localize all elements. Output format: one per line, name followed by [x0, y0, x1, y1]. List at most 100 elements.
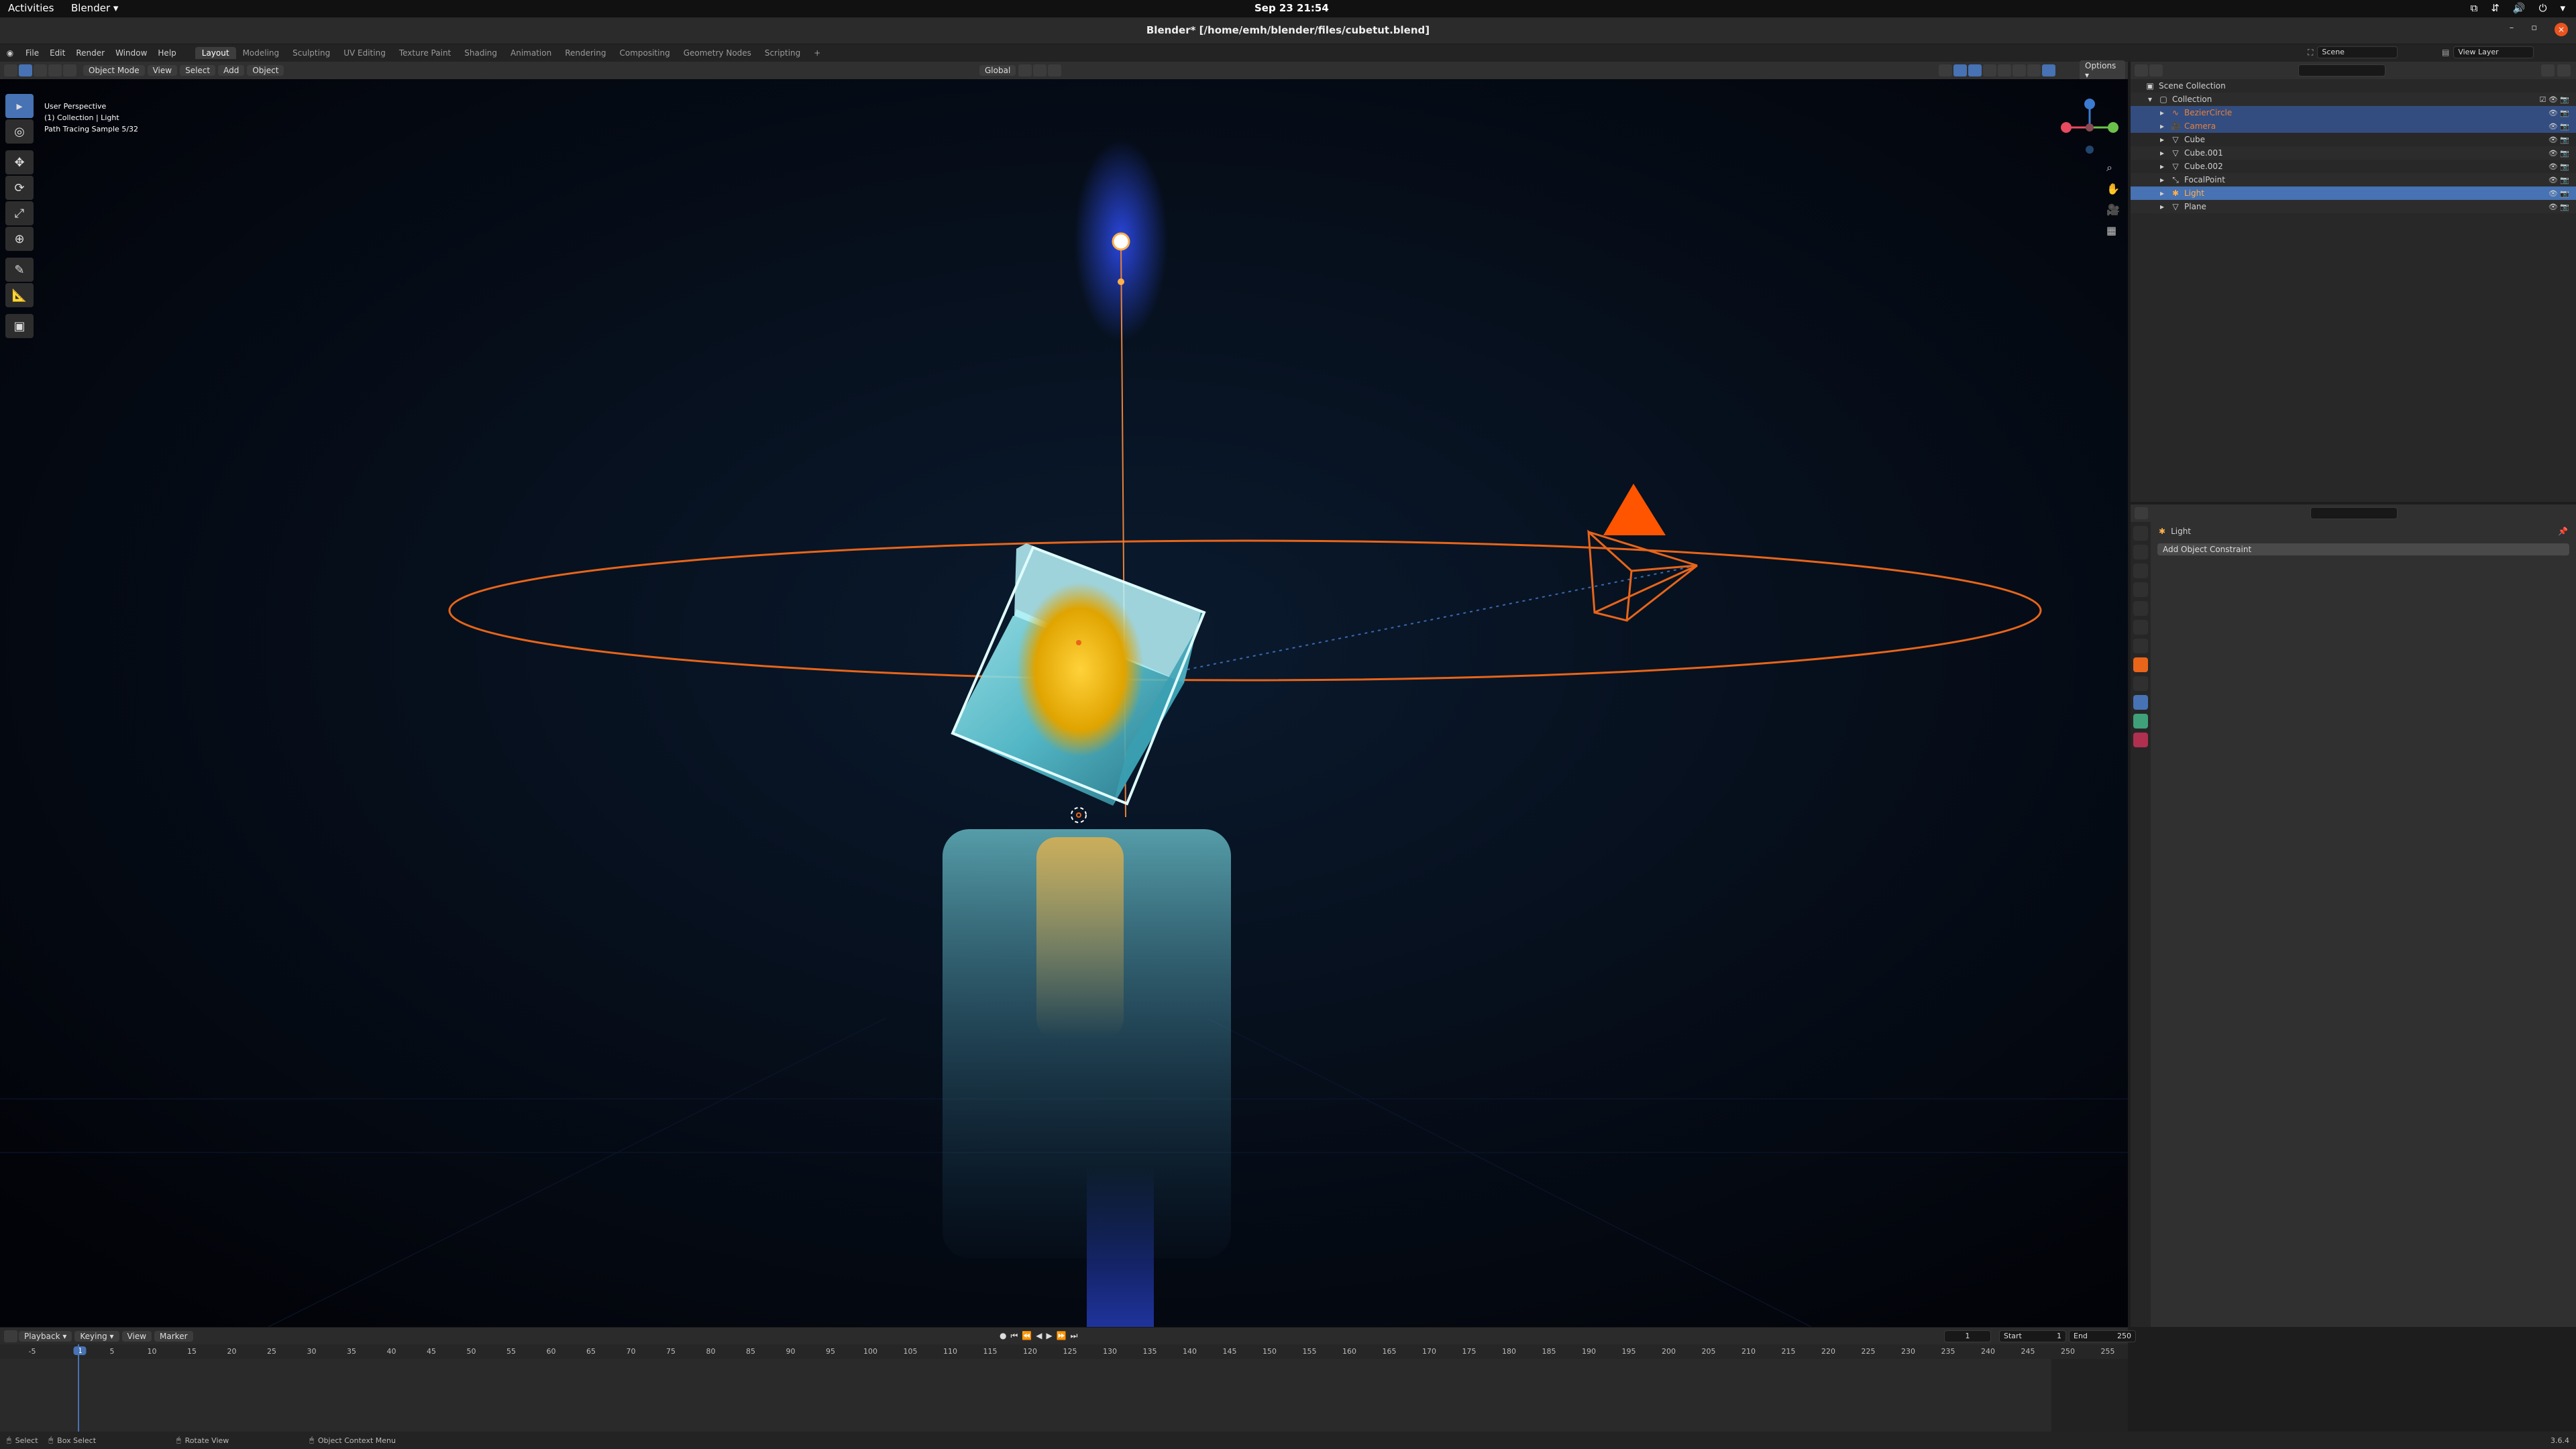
app-menu[interactable]: Blender ▾: [71, 2, 118, 14]
expand-chevron-icon[interactable]: ▸: [2157, 108, 2167, 117]
add-cube-tool-icon[interactable]: ▣: [5, 314, 34, 338]
start-frame-field[interactable]: Start 1: [1999, 1330, 2066, 1342]
pin-icon[interactable]: 📌: [2558, 527, 2568, 536]
tab-modeling[interactable]: Modeling: [236, 47, 286, 59]
xray-icon[interactable]: [1983, 64, 1996, 76]
outliner-item-focalpoint[interactable]: ▸ ⤡ FocalPoint 👁 📷: [2131, 173, 2576, 186]
tab-layout[interactable]: Layout: [195, 47, 236, 59]
expand-chevron-icon[interactable]: ▸: [2157, 121, 2167, 131]
world-tab-icon[interactable]: [2133, 620, 2148, 635]
ortho-toggle-icon[interactable]: ▦: [2106, 224, 2120, 237]
expand-chevron-icon[interactable]: ▸: [2157, 162, 2167, 171]
tab-rendering[interactable]: Rendering: [558, 47, 612, 59]
visibility-icon[interactable]: [1939, 64, 1952, 76]
modifiers-tab-icon[interactable]: [2133, 676, 2148, 691]
output-tab-icon[interactable]: [2133, 564, 2148, 578]
measure-tool-icon[interactable]: 📐: [5, 283, 34, 307]
next-keyframe-icon[interactable]: ⏩: [1057, 1331, 1067, 1341]
orientation-dropdown[interactable]: Global: [979, 65, 1016, 76]
blender-logo-icon[interactable]: ◉: [0, 48, 20, 58]
outliner-item-beziercircle[interactable]: ▸ ∿ BezierCircle 👁 📷: [2131, 106, 2576, 119]
material-shading-icon[interactable]: [2027, 64, 2041, 76]
playhead[interactable]: [78, 1344, 79, 1432]
light-object[interactable]: [1112, 232, 1130, 251]
gizmo-z-axis[interactable]: [2084, 99, 2095, 109]
move-tool-icon[interactable]: ✥: [5, 150, 34, 174]
menu-edit[interactable]: Edit: [44, 48, 70, 58]
pan-hand-icon[interactable]: ✋: [2106, 182, 2120, 195]
editor-type-icon[interactable]: [4, 64, 17, 76]
end-frame-field[interactable]: End 250: [2069, 1330, 2136, 1342]
timeline-track-area[interactable]: [0, 1344, 2128, 1432]
outliner-filter-icon[interactable]: [2541, 64, 2555, 76]
select-invert-icon[interactable]: [63, 64, 76, 76]
outliner-scene-collection[interactable]: ▣ Scene Collection: [2131, 79, 2576, 93]
jump-start-icon[interactable]: ⏮: [1010, 1331, 1018, 1341]
tab-texture-paint[interactable]: Texture Paint: [392, 47, 458, 59]
network-icon[interactable]: ⇵: [2491, 2, 2500, 14]
camera-view-icon[interactable]: 🎥: [2106, 203, 2120, 216]
minimize-button[interactable]: –: [2510, 23, 2514, 36]
gizmo-toggle-icon[interactable]: [1953, 64, 1967, 76]
outliner-item-cube-001[interactable]: ▸ ▽ Cube.001 👁 📷: [2131, 146, 2576, 160]
current-frame-field[interactable]: 1: [1944, 1330, 1991, 1342]
cursor-tool-icon[interactable]: ◎: [5, 119, 34, 144]
item-visibility[interactable]: 👁 📷: [2548, 149, 2569, 158]
outliner-collection[interactable]: ▾ ▢ Collection ☑ 👁 📷: [2131, 93, 2576, 106]
screen-icon[interactable]: ⧉: [2471, 2, 2478, 14]
expand-chevron-icon[interactable]: ▸: [2157, 148, 2167, 158]
rendered-shading-icon[interactable]: [2042, 64, 2055, 76]
play-reverse-icon[interactable]: ◀: [1036, 1331, 1042, 1341]
tab-shading[interactable]: Shading: [458, 47, 504, 59]
object-mode-dropdown[interactable]: Object Mode: [83, 65, 145, 76]
outliner-editor-icon[interactable]: [2135, 64, 2148, 76]
pivot-icon[interactable]: [1018, 64, 1032, 76]
tab-animation[interactable]: Animation: [504, 47, 558, 59]
item-visibility[interactable]: 👁 📷: [2548, 122, 2569, 131]
wireframe-shading-icon[interactable]: [1998, 64, 2011, 76]
outliner-item-cube[interactable]: ▸ ▽ Cube 👁 📷: [2131, 133, 2576, 146]
clock[interactable]: Sep 23 21:54: [1254, 2, 1329, 14]
gizmo-y-axis[interactable]: [2108, 122, 2118, 133]
menu-window[interactable]: Window: [110, 48, 152, 58]
menu-render[interactable]: Render: [70, 48, 110, 58]
select-tool-icon[interactable]: ▸: [5, 94, 34, 118]
expand-chevron-icon[interactable]: ▸: [2157, 135, 2167, 144]
navigation-gizmo[interactable]: [2059, 97, 2120, 158]
timeline-editor-icon[interactable]: [4, 1330, 17, 1342]
constraints-tab-icon[interactable]: [2133, 695, 2148, 710]
viewport-menu-add[interactable]: Add: [218, 65, 245, 76]
item-visibility[interactable]: 👁 📷: [2548, 189, 2569, 198]
object-tab-icon[interactable]: [2133, 657, 2148, 672]
viewport-menu-select[interactable]: Select: [180, 65, 216, 76]
outliner-display-mode-icon[interactable]: [2149, 64, 2163, 76]
tray-chevron-icon[interactable]: ▾: [2560, 2, 2565, 14]
proportional-edit-icon[interactable]: [1048, 64, 1062, 76]
outliner-item-light[interactable]: ▸ ✱ Light 👁 📷: [2131, 186, 2576, 200]
collection-visibility[interactable]: ☑ 👁 📷: [2539, 95, 2569, 104]
zoom-icon[interactable]: ⌕: [2106, 161, 2120, 174]
item-visibility[interactable]: 👁 📷: [2548, 203, 2569, 211]
jump-end-icon[interactable]: ⏭: [1071, 1331, 1078, 1341]
tab-geometry-nodes[interactable]: Geometry Nodes: [677, 47, 758, 59]
viewport-menu-view[interactable]: View: [147, 65, 178, 76]
item-visibility[interactable]: 👁 📷: [2548, 162, 2569, 171]
system-tray[interactable]: ⧉ ⇵ 🔊 ⏻ ▾: [2471, 2, 2565, 14]
rotate-tool-icon[interactable]: ⟳: [5, 176, 34, 200]
scene-tab-icon[interactable]: [2133, 601, 2148, 616]
item-visibility[interactable]: 👁 📷: [2548, 109, 2569, 117]
tab-sculpting[interactable]: Sculpting: [286, 47, 337, 59]
close-button[interactable]: ×: [2555, 23, 2568, 36]
overlay-toggle-icon[interactable]: [1968, 64, 1982, 76]
prev-keyframe-icon[interactable]: ⏪: [1022, 1331, 1032, 1341]
power-icon[interactable]: ⏻: [2539, 2, 2547, 14]
volume-icon[interactable]: 🔊: [2513, 2, 2526, 14]
expand-chevron-icon[interactable]: ▸: [2157, 202, 2167, 211]
expand-chevron-icon[interactable]: ▸: [2157, 189, 2167, 198]
transform-tool-icon[interactable]: ⊕: [5, 227, 34, 251]
item-visibility[interactable]: 👁 📷: [2548, 176, 2569, 184]
properties-search-input[interactable]: [2310, 507, 2398, 519]
timeline-menu-playback[interactable]: Playback ▾: [19, 1330, 72, 1342]
options-dropdown[interactable]: Options ▾: [2080, 60, 2125, 80]
select-mode-icon[interactable]: [19, 64, 32, 76]
